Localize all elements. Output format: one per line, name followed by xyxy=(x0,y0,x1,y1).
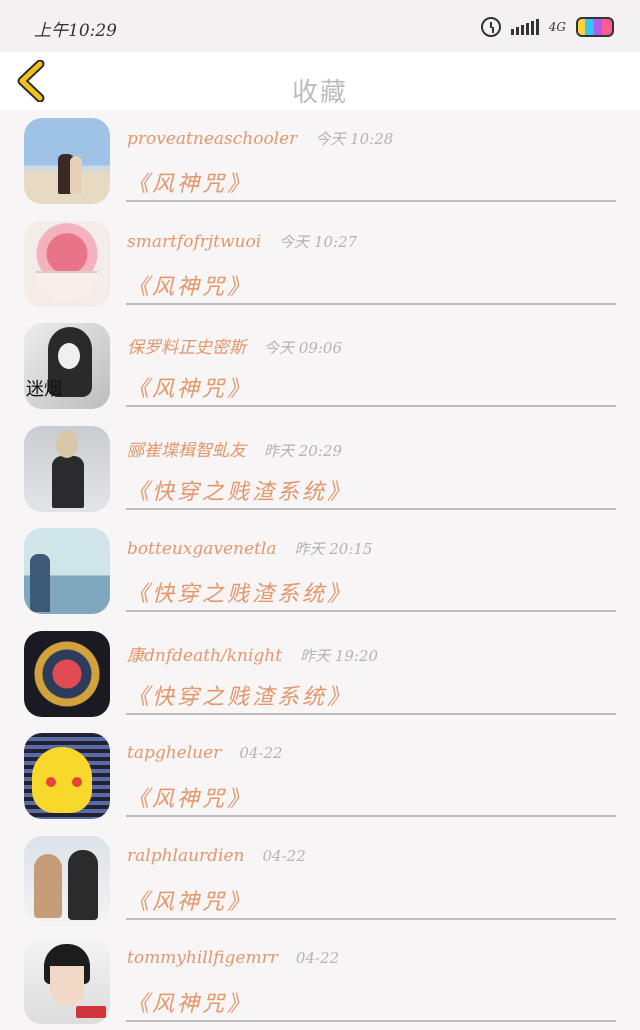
divider xyxy=(126,917,616,920)
list-item[interactable]: tapgheluer 04-22 《风神咒》 xyxy=(0,725,640,828)
list-item[interactable]: 迷烟 保罗料正史密斯 今天 09:06 《风神咒》 xyxy=(0,315,640,418)
item-name: tommyhillfigemrr 04-22 xyxy=(127,948,340,968)
item-name: smartfofrjtwuoi 今天 10:27 xyxy=(127,231,358,252)
item-book-title[interactable]: 《风神咒》 xyxy=(127,166,252,198)
item-time: 04-22 xyxy=(295,949,340,967)
battery-icon xyxy=(576,17,614,37)
divider xyxy=(126,712,616,715)
list-item[interactable]: botteuxgavenetla 昨天 20:15 《快穿之贱渣系统》 xyxy=(0,520,640,623)
item-book-title[interactable]: 《风神咒》 xyxy=(127,986,252,1018)
avatar-text: 迷烟 xyxy=(26,379,62,400)
list-item[interactable]: proveatneaschooler 今天 10:28 《风神咒》 xyxy=(0,110,640,213)
avatar-badge xyxy=(76,1006,106,1018)
item-time: 昨天 19:20 xyxy=(300,646,379,665)
nav-bar: 收藏 xyxy=(0,52,640,110)
divider xyxy=(126,610,616,612)
list-item[interactable]: smartfofrjtwuoi 今天 10:27 《风神咒》 xyxy=(0,213,640,316)
item-book-title[interactable]: 《风神咒》 xyxy=(127,781,252,813)
avatar[interactable] xyxy=(24,630,110,717)
item-time: 昨天 20:15 xyxy=(294,540,373,558)
item-name: 郦崔堞楫智虬友 昨天 20:29 xyxy=(127,440,342,461)
item-name: ralphlaurdien 04-22 xyxy=(127,845,306,866)
status-bar: 上午10:29 4G xyxy=(0,0,640,52)
item-time: 昨天 20:29 xyxy=(264,441,342,460)
avatar[interactable] xyxy=(24,118,110,204)
item-name: tapgheluer 04-22 xyxy=(127,743,283,763)
list-item[interactable]: 康dnfdeath/knight 昨天 19:20 《快穿之贱渣系统》 xyxy=(0,623,640,726)
item-book-title[interactable]: 《快穿之贱渣系统》 xyxy=(127,679,352,711)
item-time: 今天 10:27 xyxy=(279,232,358,251)
divider xyxy=(126,815,616,817)
divider xyxy=(126,302,616,305)
list-item[interactable]: tommyhillfigemrr 04-22 《风神咒》 xyxy=(0,930,640,1030)
item-book-title[interactable]: 《风神咒》 xyxy=(127,371,252,403)
item-time: 今天 10:28 xyxy=(315,130,394,148)
item-name: proveatneaschooler 今天 10:28 xyxy=(127,129,394,149)
status-time: 上午10:29 xyxy=(34,21,117,41)
item-name: 康dnfdeath/knight 昨天 19:20 xyxy=(127,645,379,666)
avatar[interactable] xyxy=(24,835,110,922)
avatar[interactable] xyxy=(24,425,110,512)
divider xyxy=(126,1020,616,1022)
divider xyxy=(126,200,616,202)
page-title: 收藏 xyxy=(291,78,348,108)
item-time: 04-22 xyxy=(239,744,283,762)
avatar[interactable]: 迷烟 xyxy=(24,323,110,409)
avatar[interactable] xyxy=(24,220,110,307)
avatar[interactable] xyxy=(24,938,110,1024)
signal-icon xyxy=(510,19,539,35)
avatar[interactable] xyxy=(24,733,110,819)
alarm-icon xyxy=(480,17,501,37)
list-item[interactable]: ralphlaurdien 04-22 《风神咒》 xyxy=(0,828,640,931)
divider xyxy=(126,405,616,407)
item-name: 保罗料正史密斯 今天 09:06 xyxy=(127,338,342,358)
item-book-title[interactable]: 《快穿之贱渣系统》 xyxy=(127,474,352,506)
network-label: 4G xyxy=(548,20,566,34)
item-name: botteuxgavenetla 昨天 20:15 xyxy=(127,539,373,559)
avatar[interactable] xyxy=(24,528,110,614)
item-time: 今天 09:06 xyxy=(264,339,342,357)
item-book-title[interactable]: 《风神咒》 xyxy=(127,269,252,301)
status-icons: 4G xyxy=(480,14,614,40)
favorites-list: proveatneaschooler 今天 10:28 《风神咒》 smartfo… xyxy=(0,110,640,1030)
item-book-title[interactable]: 《快穿之贱渣系统》 xyxy=(127,576,352,608)
item-book-title[interactable]: 《风神咒》 xyxy=(127,884,252,916)
item-time: 04-22 xyxy=(262,846,306,865)
list-item[interactable]: 郦崔堞楫智虬友 昨天 20:29 《快穿之贱渣系统》 xyxy=(0,418,640,521)
divider xyxy=(126,507,616,510)
